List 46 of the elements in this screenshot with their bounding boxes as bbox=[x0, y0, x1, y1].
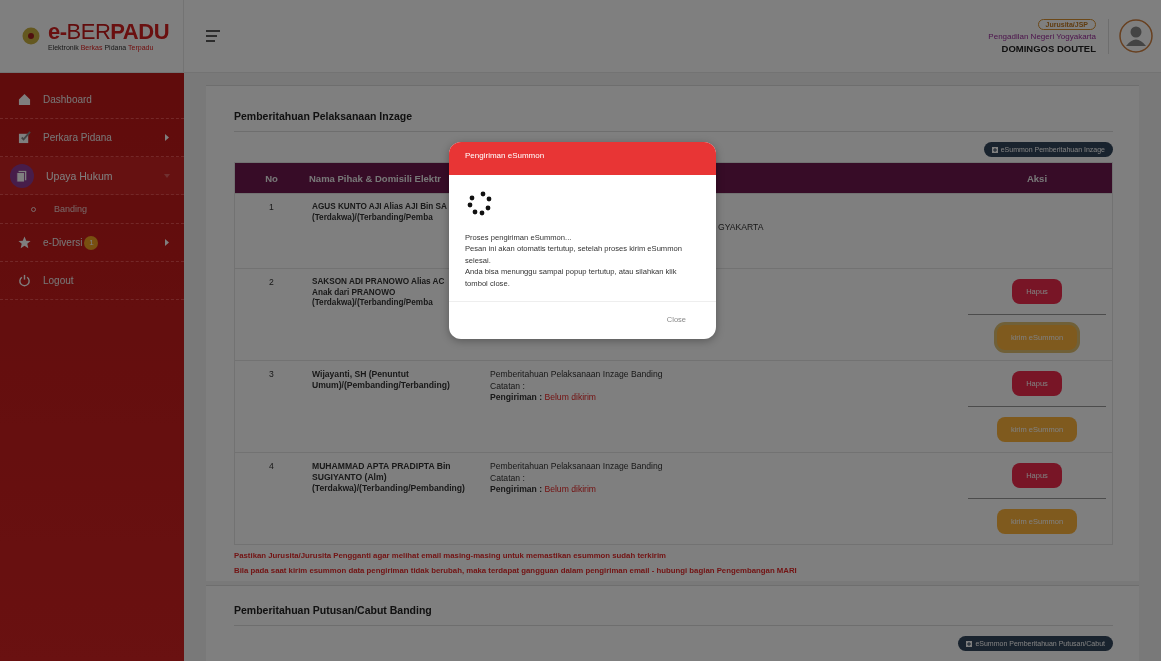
app-logo: e-BERPADU bbox=[48, 21, 170, 43]
user-name: DOMINGOS DOUTEL bbox=[1001, 42, 1096, 54]
caret-icon bbox=[164, 239, 170, 246]
table-cell: 3 bbox=[234, 360, 308, 453]
plus-icon bbox=[966, 640, 973, 647]
delivery-status: Pengiriman : Belum dikirim bbox=[490, 484, 598, 496]
note-label: Catatan : bbox=[490, 472, 526, 485]
checkbox-icon bbox=[18, 131, 31, 144]
caret-icon bbox=[164, 134, 170, 141]
notice-title: Pemberitahuan Pelaksanaan Inzage Banding bbox=[490, 461, 664, 473]
table-cell: 1 bbox=[234, 193, 308, 269]
modal-title: Pengiriman eSummon bbox=[449, 142, 716, 175]
column-header: No bbox=[234, 162, 308, 194]
menu-icon[interactable] bbox=[206, 30, 220, 42]
note-label: Catatan : bbox=[490, 380, 526, 393]
notice-title: Pemberitahuan Pelaksanaan Inzage Banding bbox=[490, 369, 664, 381]
party-name: (Terdakwa)/(Terbanding/Pemba bbox=[312, 212, 433, 224]
submenu-item[interactable]: Banding bbox=[0, 195, 184, 224]
sidebar-item[interactable]: Logout bbox=[0, 262, 184, 300]
power-icon bbox=[18, 274, 31, 287]
section-title: Pemberitahuan Pelaksanaan Inzage bbox=[234, 110, 1113, 132]
home-icon bbox=[18, 93, 31, 106]
column-header: Aksi bbox=[962, 162, 1113, 194]
table-cell: 4 bbox=[234, 452, 308, 545]
documents-icon bbox=[10, 163, 34, 188]
table-cell: GYAKARTA bbox=[718, 222, 764, 232]
party-name: MUHAMMAD APTA PRADIPTA Bin SUGIYANTO (Alm) (Terdakwa)/(Terbanding/Pembanding) bbox=[312, 461, 466, 495]
circle-icon bbox=[31, 206, 36, 212]
sidebar-item[interactable]: Dashboard bbox=[0, 81, 184, 119]
party-name: Anak dari PRANOWO bbox=[312, 287, 396, 298]
section-title: Pemberitahuan Putusan/Cabut Banding bbox=[234, 604, 1113, 626]
count-badge: 1 bbox=[84, 235, 99, 250]
court-name: Pengadilan Negeri Yogyakarta bbox=[988, 31, 1096, 41]
party-name: SAKSON ADI PRANOWO Alias AC bbox=[312, 277, 445, 288]
star-icon bbox=[18, 236, 31, 249]
party-name: Wijayanti, SH (Penuntut Umum)/(Pembanding/Terbanding) bbox=[312, 369, 451, 392]
sidebar-item[interactable]: Upaya Hukum bbox=[0, 157, 184, 195]
plus-icon bbox=[991, 146, 998, 153]
table-cell: 2 bbox=[234, 268, 308, 361]
party-name: (Terdakwa)/(Terbanding/Pemba bbox=[312, 298, 433, 309]
party-name: AGUS KUNTO AJI Alias AJI Bin SA bbox=[312, 202, 447, 213]
avatar-icon[interactable] bbox=[1119, 19, 1153, 53]
sidebar-item[interactable]: e-Diversi 1 bbox=[0, 224, 184, 262]
delivery-status: Pengiriman : Belum dikirim bbox=[490, 392, 598, 404]
caret-icon bbox=[164, 172, 170, 179]
emblem-icon bbox=[22, 27, 40, 45]
